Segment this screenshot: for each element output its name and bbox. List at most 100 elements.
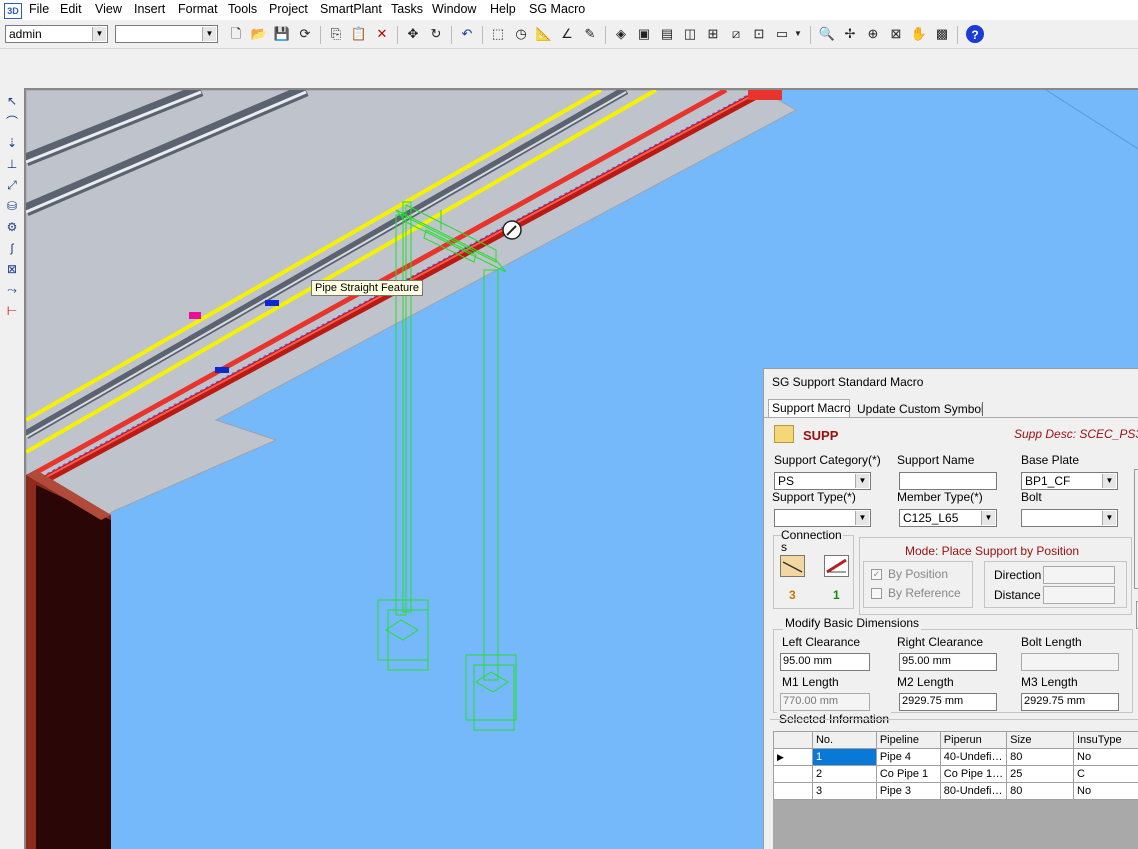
member-type-label: Member Type(*) [897,490,983,504]
distance-input[interactable] [1043,586,1115,604]
zoom-fit-icon[interactable]: ⊠ [886,24,906,44]
direction-input[interactable] [1043,566,1115,584]
new-file-icon[interactable]: 🗋 [226,24,246,44]
table-row[interactable]: ▶ 1 Pipe 4 40-Undefi… 80 No [773,748,1138,766]
undo-icon[interactable]: ↶ [457,24,477,44]
menu-view[interactable]: View [95,2,122,16]
bolt-select[interactable]: ▼ [1021,509,1118,527]
chevron-down-icon[interactable]: ▼ [855,474,869,488]
support-category-select[interactable]: PS ▼ [774,472,871,490]
insert-component-icon[interactable]: ⇣ [3,134,21,152]
view-front-icon[interactable]: ▤ [657,24,677,44]
filter-combo[interactable]: ▼ [115,25,218,43]
grid-header-piperun[interactable]: Piperun [939,731,1008,749]
marker-blue-2 [215,367,229,373]
zoom-area-icon[interactable]: ⊕ [863,24,883,44]
folder-icon[interactable] [774,425,794,443]
menu-insert[interactable]: Insert [134,2,165,16]
grid-header-size[interactable]: Size [1006,731,1074,749]
move-icon[interactable]: ✥ [403,24,423,44]
copy-icon[interactable]: ⎘ [326,24,346,44]
chevron-down-icon[interactable]: ▼ [202,27,216,41]
view-top-icon[interactable]: ◫ [680,24,700,44]
table-row[interactable]: 2 Co Pipe 1 Co Pipe 1… 25 C [773,765,1138,783]
chevron-down-icon[interactable]: ▼ [855,511,869,525]
menu-file[interactable]: File [29,2,49,16]
menu-tools[interactable]: Tools [228,2,257,16]
support-type-select[interactable]: ▼ [774,509,871,527]
menu-bar: 3D File Edit View Insert Format Tools Pr… [0,0,1138,20]
measure-icon[interactable]: 📐 [534,24,554,44]
menu-tasks[interactable]: Tasks [391,2,423,16]
tab-support-macro[interactable]: Support Macro [768,399,851,417]
m1-length-input[interactable]: 770.00 mm [780,693,870,711]
connection-right-icon[interactable] [824,555,849,577]
view-clip-icon[interactable]: ⧄ [726,24,746,44]
menu-help[interactable]: Help [490,2,516,16]
clock-icon[interactable]: ◷ [511,24,531,44]
table-row[interactable]: 3 Pipe 3 80-Undefi… 80 No [773,782,1138,800]
right-clearance-input[interactable]: 95.00 mm [899,653,997,671]
equipment-icon[interactable]: ⛁ [3,197,21,215]
fly-icon[interactable]: ✢ [840,24,860,44]
chevron-down-icon[interactable]: ▼ [981,511,995,525]
route-pipe-icon[interactable]: ⌒ [3,113,21,131]
view-side-icon[interactable]: ⊞ [703,24,723,44]
support-name-input[interactable] [899,472,997,490]
member-type-select[interactable]: C125_L65 ▼ [899,509,997,527]
angle-icon[interactable]: ∠ [557,24,577,44]
pencil-icon[interactable]: ✎ [580,24,600,44]
by-reference-checkbox[interactable] [871,588,882,599]
base-plate-select[interactable]: BP1_CF ▼ [1021,472,1118,490]
place-support-icon[interactable]: ⊥ [3,155,21,173]
view-iso-icon[interactable]: ◈ [611,24,631,44]
pan-icon[interactable]: ✋ [909,24,929,44]
view-cube-icon[interactable]: ▣ [634,24,654,44]
menu-smartplant[interactable]: SmartPlant [320,2,382,16]
connect-icon[interactable]: ⤢ [3,176,21,194]
menu-sg-macro[interactable]: SG Macro [529,2,585,16]
menu-project[interactable]: Project [269,2,308,16]
menu-format[interactable]: Format [178,2,218,16]
support-category-label: Support Category(*) [774,453,881,467]
menu-window[interactable]: Window [432,2,476,16]
refresh-icon[interactable]: ⟳ [295,24,315,44]
view-options-icon[interactable]: ▭ [772,24,792,44]
camera-icon[interactable]: ▩ [932,24,952,44]
user-combo[interactable]: admin ▼ [5,25,108,43]
spool-icon[interactable]: ʃ [3,239,21,257]
bolt-length-label: Bolt Length [1021,635,1082,649]
box-select-icon[interactable]: ⊠ [3,260,21,278]
chevron-down-icon[interactable]: ▼ [1102,511,1116,525]
support-name-label: Support Name [897,453,975,467]
select-filter-icon[interactable]: ⬚ [488,24,508,44]
view-volume-icon[interactable]: ⊡ [749,24,769,44]
help-icon[interactable]: ? [966,25,984,43]
left-clearance-input[interactable]: 95.00 mm [780,653,870,671]
connection-left-icon[interactable] [780,555,805,577]
nozzle-icon[interactable]: ⚙ [3,218,21,236]
direction-label: Direction [994,568,1042,582]
m3-length-input[interactable]: 2929.75 mm [1021,693,1119,711]
menu-edit[interactable]: Edit [60,2,82,16]
select-arrow-icon[interactable]: ↖ [3,92,21,110]
delete-icon[interactable]: ✕ [372,24,392,44]
supp-label: SUPP [803,428,839,443]
chevron-down-icon[interactable]: ▼ [92,27,106,41]
grid-header-insutype[interactable]: InsuType [1073,731,1138,749]
paste-icon[interactable]: 📋 [349,24,369,44]
search-icon[interactable]: 🔍 [817,24,837,44]
rotate-icon[interactable]: ↻ [426,24,446,44]
m2-length-input[interactable]: 2929.75 mm [899,693,997,711]
bolt-length-input[interactable] [1021,653,1119,671]
supp-desc: Supp Desc: SCEC_PS3G [1014,427,1138,441]
open-folder-icon[interactable]: 📂 [249,24,269,44]
grid-header-no[interactable]: No. [811,731,877,749]
grid-header-pipeline[interactable]: Pipeline [875,731,941,749]
dimension-icon[interactable]: ⊢ [3,302,21,320]
layout-icon[interactable]: ⤳ [3,281,21,299]
chevron-down-icon[interactable]: ▼ [1102,474,1116,488]
save-icon[interactable]: 💾 [272,24,292,44]
chevron-down-icon[interactable]: ▼ [791,24,805,44]
by-position-checkbox[interactable]: ✓ [871,569,882,580]
